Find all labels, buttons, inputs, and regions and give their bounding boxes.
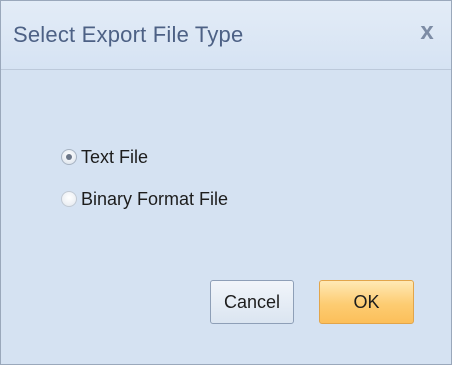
cancel-button[interactable]: Cancel — [210, 280, 294, 324]
dialog-titlebar: Select Export File Type x — [1, 1, 451, 70]
radio-label-binary-format-file: Binary Format File — [81, 188, 229, 209]
export-file-type-dialog: Select Export File Type x Text File Bina… — [0, 0, 452, 365]
ok-button[interactable]: OK — [319, 280, 414, 324]
radio-button-binary-format-file[interactable] — [61, 191, 77, 207]
radio-option-text-file[interactable]: Text File — [61, 145, 148, 169]
close-icon[interactable]: x — [415, 19, 439, 45]
radio-label-text-file: Text File — [81, 146, 149, 167]
dialog-title: Select Export File Type — [13, 22, 244, 47]
radio-selected-dot — [66, 154, 72, 160]
radio-option-binary-format-file[interactable]: Binary Format File — [61, 187, 228, 211]
radio-button-text-file[interactable] — [61, 149, 77, 165]
